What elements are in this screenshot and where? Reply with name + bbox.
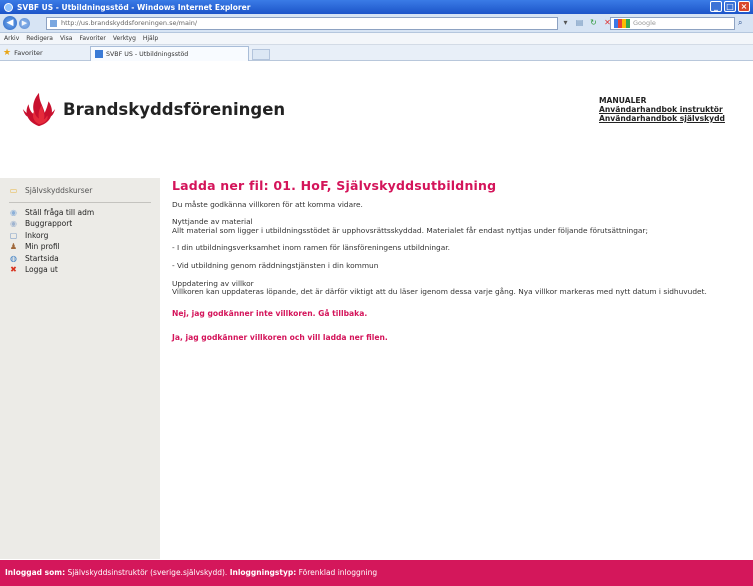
login-type-label: Inloggningstyp:	[229, 568, 297, 577]
window-title: SVBF US - Utbildningsstöd - Windows Inte…	[17, 2, 251, 12]
favorites-star-icon[interactable]: ★	[3, 48, 11, 58]
menu-bar: Arkiv Redigera Visa Favoriter Verktyg Hj…	[0, 33, 753, 45]
sidebar: ▭ Självskyddskurser ◉ Ställ fråga till a…	[0, 178, 160, 559]
sidebar-item-label: Logga ut	[25, 265, 58, 275]
intro-text: Du måste godkänna villkoren för att komm…	[172, 199, 363, 209]
minimize-button[interactable]: _	[710, 1, 722, 12]
sidebar-item-min-profil[interactable]: ♟ Min profil	[0, 241, 160, 253]
sidebar-item-buggrapport[interactable]: ◉ Buggrapport	[0, 218, 160, 230]
favorites-bar: ★ Favoriter SVBF US - Utbildningsstöd	[0, 45, 753, 61]
accept-terms-link[interactable]: Ja, jag godkänner villkoren och vill lad…	[172, 334, 742, 343]
deny-terms-link[interactable]: Nej, jag godkänner inte villkoren. Gå ti…	[172, 309, 742, 319]
usage-section: Nyttjande av material Allt material som …	[172, 217, 742, 235]
sidebar-item-inkorg[interactable]: ▢ Inkorg	[0, 230, 160, 242]
condition-2: - Vid utbildning genom räddningstjänsten…	[172, 260, 379, 270]
sidebar-item-label: Min profil	[25, 242, 60, 252]
favorites-button[interactable]: Favoriter	[14, 49, 43, 57]
inbox-icon: ▢	[9, 230, 18, 240]
window-titlebar: SVBF US - Utbildningsstöd - Windows Inte…	[0, 0, 753, 14]
bug-icon: ◉	[10, 219, 17, 229]
logged-in-label: Inloggad som:	[5, 568, 66, 577]
logout-icon: ✖	[10, 265, 17, 275]
menu-item-verktyg[interactable]: Verktyg	[113, 33, 136, 44]
address-bar[interactable]: http://us.brandskyddsforeningen.se/main/	[46, 17, 558, 30]
page-title: Ladda ner fil: 01. HoF, Självskyddsutbil…	[172, 178, 497, 193]
globe-icon: ◍	[10, 253, 17, 263]
sidebar-item-startsida[interactable]: ◍ Startsida	[0, 253, 160, 265]
ie-icon	[4, 2, 13, 12]
menu-item-redigera[interactable]: Redigera	[26, 33, 53, 44]
login-type-value: Förenklad inloggning	[298, 568, 378, 577]
sidebar-divider	[9, 201, 151, 203]
condition-1: - I din utbildningsverksamhet inom ramen…	[172, 243, 450, 253]
forward-icon[interactable]: ▶	[19, 17, 30, 29]
logged-in-value: Självskyddsinstruktör (sverige.självskyd…	[67, 568, 228, 577]
menu-item-arkiv[interactable]: Arkiv	[4, 33, 19, 44]
status-footer: Inloggad som: Självskyddsinstruktör (sve…	[0, 560, 753, 586]
sidebar-item-stall-fraga[interactable]: ◉ Ställ fråga till adm	[0, 207, 160, 219]
browser-tab[interactable]: SVBF US - Utbildningsstöd	[90, 46, 249, 61]
brand-name: Brandskyddsföreningen	[63, 99, 286, 119]
search-icon[interactable]: ⌕	[738, 18, 742, 28]
search-placeholder: Google	[633, 19, 656, 27]
tab-label: SVBF US - Utbildningsstöd	[106, 50, 189, 58]
manual-link-instructor[interactable]: Användarhandbok instruktör	[599, 105, 725, 114]
brand-logo[interactable]: Brandskyddsföreningen	[20, 90, 285, 128]
update-section: Uppdatering av villkor Villkoren kan upp…	[172, 279, 742, 297]
address-text: http://us.brandskyddsforeningen.se/main/	[61, 19, 198, 27]
manual-link-selfprotection[interactable]: Användarhandbok självskydd	[599, 114, 725, 123]
refresh-icon[interactable]: ↻	[588, 17, 599, 29]
back-icon[interactable]: ◀	[3, 16, 17, 30]
page-icon	[50, 20, 57, 27]
menu-item-favoriter[interactable]: Favoriter	[79, 33, 105, 44]
manuals-heading: MANUALER	[599, 96, 647, 105]
folder-icon: ▭	[9, 186, 18, 196]
sidebar-item-label: Inkorg	[25, 230, 49, 240]
maximize-button[interactable]: □	[724, 1, 736, 12]
main-content: Ladda ner fil: 01. HoF, Självskyddsutbil…	[172, 178, 742, 343]
web-page: Brandskyddsföreningen MANUALER Användarh…	[0, 62, 753, 586]
sidebar-item-sjalvskyddskurser[interactable]: ▭ Självskyddskurser	[0, 185, 160, 197]
google-icon	[614, 19, 630, 28]
close-window-button[interactable]: ×	[738, 1, 750, 12]
sidebar-item-label: Ställ fråga till adm	[25, 207, 95, 217]
question-icon: ◉	[10, 207, 17, 217]
address-tools: ▾ ▤ ↻ ✕	[560, 17, 613, 29]
dropdown-icon[interactable]: ▾	[560, 17, 571, 29]
menu-item-hjalp[interactable]: Hjälp	[143, 33, 158, 44]
search-input[interactable]: Google	[610, 17, 735, 30]
sidebar-item-label: Buggrapport	[25, 219, 73, 229]
flame-logo-icon	[22, 92, 56, 127]
new-tab-button[interactable]	[252, 49, 270, 60]
menu-item-visa[interactable]: Visa	[60, 33, 72, 44]
user-icon: ♟	[9, 242, 18, 252]
sidebar-item-label: Startsida	[25, 253, 59, 263]
manuals-panel: MANUALER Användarhandbok instruktör Anvä…	[599, 96, 725, 123]
sidebar-item-logga-ut[interactable]: ✖ Logga ut	[0, 264, 160, 276]
update-text: Villkoren kan uppdateras löpande, det är…	[172, 287, 707, 297]
sidebar-item-label: Självskyddskurser	[25, 186, 93, 196]
tab-favicon	[95, 50, 103, 58]
window-controls: _ □ ×	[710, 1, 750, 12]
navigation-bar: ◀ ▶ http://us.brandskyddsforeningen.se/m…	[0, 14, 753, 33]
usage-text: Allt material som ligger i utbildningsst…	[172, 225, 648, 235]
compatibility-icon[interactable]: ▤	[574, 17, 585, 29]
